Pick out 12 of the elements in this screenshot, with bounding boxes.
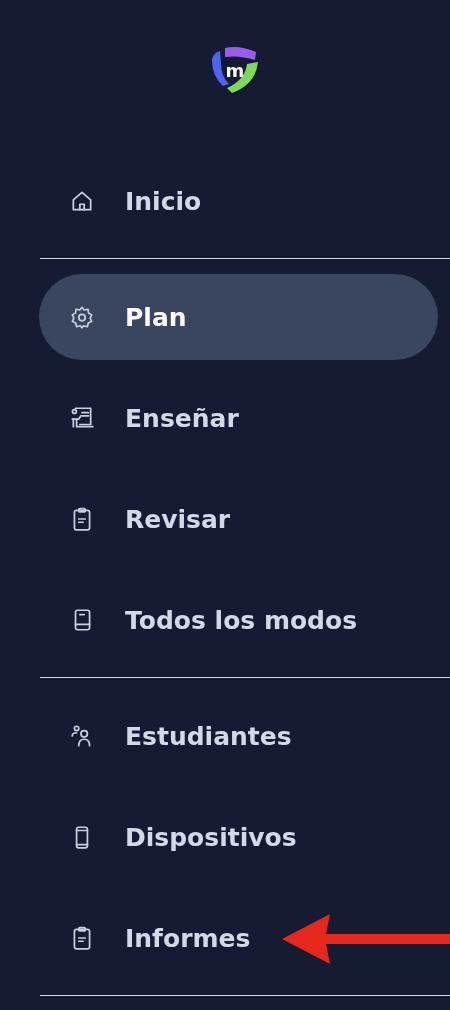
settings-icon <box>69 304 95 330</box>
nav-item[interactable]: Todos los modos <box>39 577 438 663</box>
nav-item[interactable]: Inicio <box>39 158 438 244</box>
logo-letter: m <box>225 60 245 81</box>
nav-item[interactable]: Estudiantes <box>39 693 438 779</box>
nav-item[interactable]: Enseñar <box>39 375 438 461</box>
nav-item[interactable]: Informes <box>39 895 438 981</box>
nav-item[interactable]: Dispositivos <box>39 794 438 880</box>
teacher-board-icon <box>69 405 95 431</box>
logo-icon <box>212 47 258 93</box>
nav-item[interactable]: Plan <box>39 274 438 360</box>
nav-item[interactable]: Revisar <box>39 476 438 562</box>
